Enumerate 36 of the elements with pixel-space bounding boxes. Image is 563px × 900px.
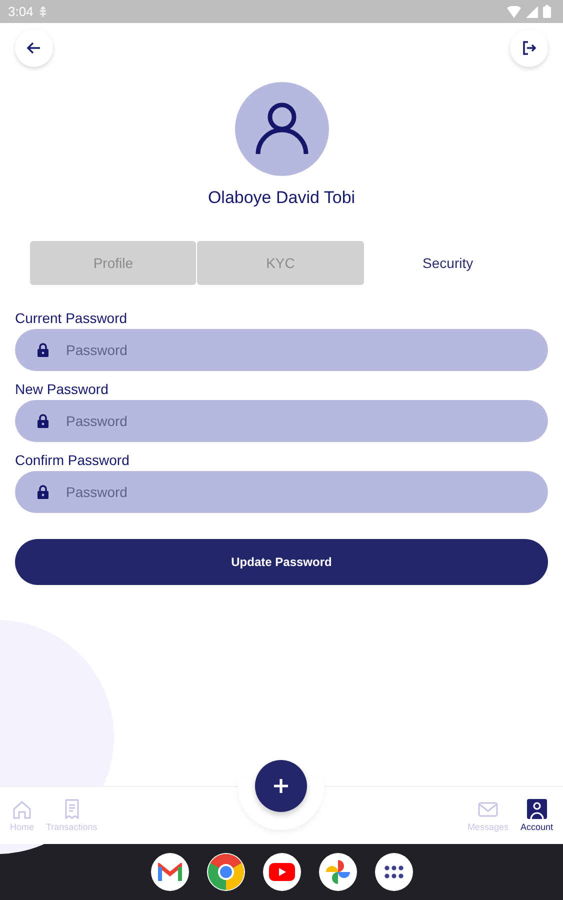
lock-icon [37, 414, 49, 428]
nav-item[interactable]: Account [514, 787, 559, 844]
password-field[interactable]: Password [15, 471, 548, 513]
field-label: Confirm Password [15, 452, 130, 470]
play-icon[interactable] [262, 852, 300, 890]
account-icon [526, 799, 547, 819]
lock-icon [37, 485, 49, 499]
back-arrow-icon [26, 40, 42, 56]
person-icon [254, 102, 308, 156]
mail-app-icon[interactable] [150, 852, 188, 890]
usb-debug-icon [38, 6, 48, 18]
pinwheel-icon[interactable] [318, 852, 356, 890]
nav-item[interactable]: Home [4, 787, 40, 844]
plus-icon [273, 778, 289, 794]
back-button[interactable] [15, 29, 53, 67]
field-label: New Password [15, 381, 110, 399]
status-time: 3:04 [8, 4, 34, 19]
nav-item[interactable]: Messages [461, 787, 514, 844]
browser-icon[interactable] [206, 852, 244, 890]
update-password-button[interactable]: Update Password [15, 539, 548, 585]
tab[interactable]: Profile [30, 241, 196, 285]
password-field[interactable]: Password [15, 329, 548, 371]
home-icon [12, 799, 32, 819]
tab[interactable]: KYC [197, 241, 364, 285]
logout-icon [521, 40, 537, 56]
nav-item[interactable]: Transactions [40, 787, 104, 844]
logout-button[interactable] [510, 29, 548, 67]
field-label: Current Password [15, 310, 128, 328]
battery-icon [543, 5, 551, 18]
apps-grid-icon[interactable] [374, 852, 412, 890]
user-name: Olaboye David Tobi [208, 188, 356, 208]
add-button[interactable] [255, 760, 307, 812]
lock-icon [37, 343, 49, 357]
password-field[interactable]: Password [15, 400, 548, 442]
wifi-icon [507, 6, 521, 18]
signal-icon [526, 6, 538, 18]
